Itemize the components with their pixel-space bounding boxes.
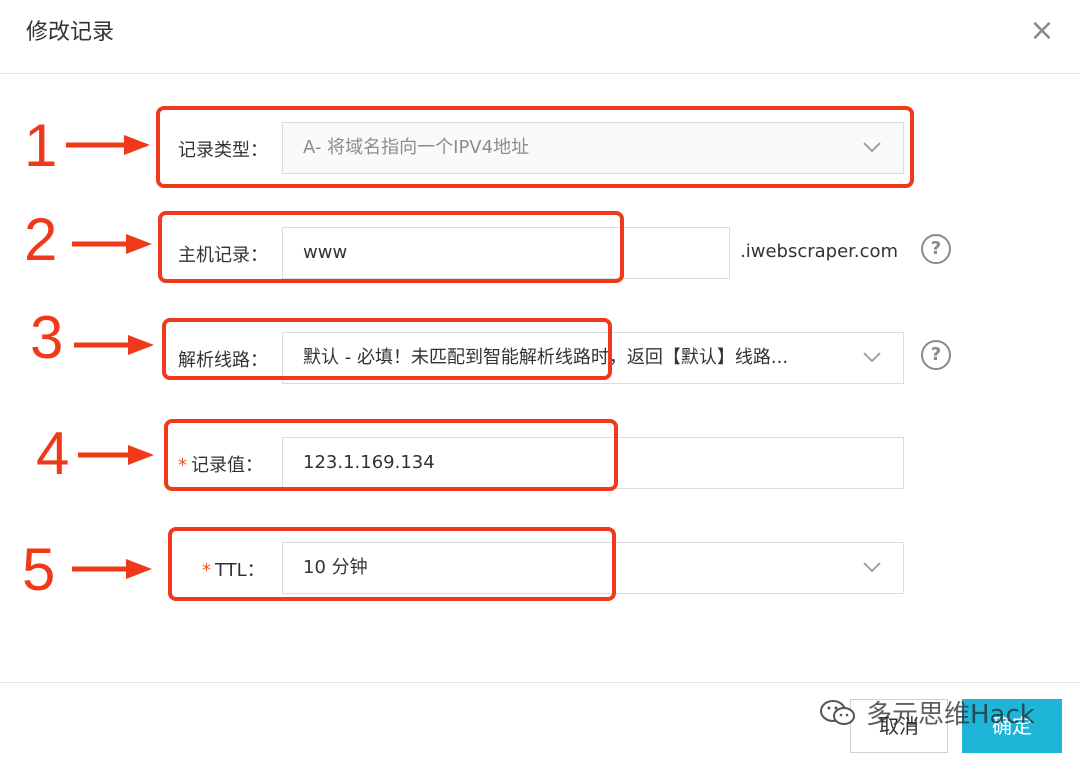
watermark-text: 多元思维Hack [866, 700, 1035, 730]
chevron-down-icon [863, 352, 881, 363]
annotation-number-3: 3 [30, 304, 64, 371]
annotation-arrow-icon [74, 335, 154, 355]
domain-suffix: .iwebscraper.com [740, 241, 899, 262]
annotation-number-1: 1 [24, 112, 58, 179]
close-icon[interactable]: × [1028, 16, 1056, 46]
help-icon[interactable]: ? [921, 234, 951, 264]
annotation-arrow-icon [72, 559, 152, 579]
dialog-header: 修改记录 × [0, 0, 1080, 74]
dialog-title: 修改记录 [26, 20, 115, 45]
annotation-number-5: 5 [22, 536, 56, 603]
annotation-number-4: 4 [36, 420, 70, 487]
annotation-box-2 [158, 211, 624, 283]
watermark: 多元思维Hack [818, 694, 1035, 731]
annotation-box-5 [168, 527, 616, 601]
wechat-icon [820, 699, 855, 725]
annotation-box-4 [164, 419, 618, 491]
annotation-arrow-icon [66, 135, 150, 155]
annotation-number-2: 2 [24, 206, 58, 273]
annotation-box-1 [156, 106, 914, 188]
annotation-arrow-icon [78, 445, 154, 465]
annotation-box-3 [162, 318, 612, 380]
annotation-arrow-icon [72, 234, 152, 254]
help-icon[interactable]: ? [921, 340, 951, 370]
chevron-down-icon [863, 562, 881, 573]
